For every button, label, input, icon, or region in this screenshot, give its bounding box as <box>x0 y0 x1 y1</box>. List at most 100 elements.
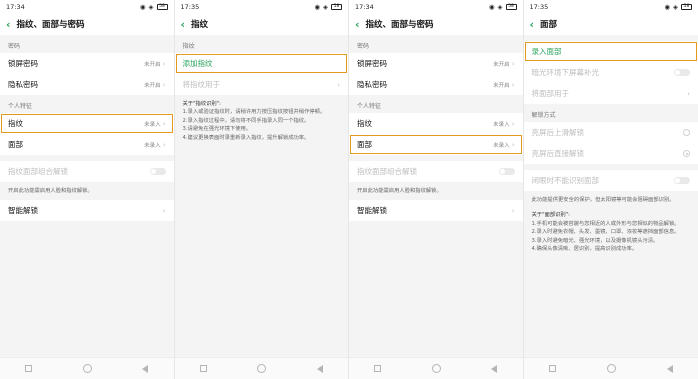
row-label: 亮屏后上滑解锁 <box>531 128 585 137</box>
row-smart-unlock[interactable]: 智能解锁 › <box>349 200 523 222</box>
about-line: 2.录入指纹过程中，请勿将不同手指录入同一个指纹。 <box>182 117 310 124</box>
row-smart-unlock[interactable]: 智能解锁 › <box>0 200 174 222</box>
row-add-fingerprint[interactable]: 添加指纹 <box>174 53 348 74</box>
section-label-password: 密码 <box>8 43 21 50</box>
eye-icon: ◉ <box>139 2 146 11</box>
screen-face: 17:35 ◉ ◈ 58 ‹ 面部 录入面部 暗光环境下屏幕补光 将面部用于 ›… <box>523 0 698 379</box>
row-lock-password[interactable]: 锁屏密码 未开启 › <box>0 53 174 74</box>
section-label-unlock: 解锁方式 <box>531 112 556 119</box>
screen-fingerprint: 17:35 ◉ ◈ 58 ‹ 指纹 指纹 添加指纹 将指纹用于 › 关于"指纹识… <box>174 0 349 379</box>
about-line: 1.手机可能会被容貌与您相近的人或外形与您相似的物品解锁。 <box>531 220 680 227</box>
chevron-right-icon: › <box>162 59 166 68</box>
closed-eyes-note: 此功能提供更安全的保护，但太阳镜等可能会阻碍面部识别。 <box>531 197 675 203</box>
back-icon[interactable] <box>142 364 149 373</box>
row-label: 智能解锁 <box>8 206 38 216</box>
row-value: 未开启 <box>493 82 510 89</box>
home-icon[interactable] <box>431 364 441 373</box>
row-label: 指纹 <box>357 119 372 128</box>
screens-container: 17:34 ◉ ◈ 58 ‹ 指纹、面部与密码 密码 锁屏密码 未开启 › 隐私密… <box>0 0 698 379</box>
chevron-right-icon: › <box>511 140 515 149</box>
dark-fill-toggle[interactable] <box>674 69 690 76</box>
combo-unlock-toggle[interactable] <box>498 168 515 175</box>
back-arrow-icon[interactable]: ‹ <box>355 19 360 30</box>
row-label: 将面部用于 <box>531 89 570 98</box>
navigation-bar <box>174 357 348 379</box>
row-label: 智能解锁 <box>357 206 387 216</box>
about-line: 3.请避免在强光环境下使用。 <box>182 126 252 133</box>
recents-icon[interactable] <box>199 365 207 372</box>
navigation-bar <box>0 357 174 379</box>
row-label: 隐私密码 <box>8 80 38 89</box>
status-bar: 17:34 ◉ ◈ 58 <box>0 0 174 13</box>
row-lock-password[interactable]: 锁屏密码 未开启 › <box>349 53 523 74</box>
section-label-personal: 个人特征 <box>8 103 33 110</box>
back-icon[interactable] <box>666 364 673 373</box>
chevron-right-icon: › <box>162 140 166 149</box>
row-face-use[interactable]: 将面部用于 › <box>523 83 698 104</box>
chevron-right-icon: › <box>337 80 340 89</box>
battery-icon: 58 <box>331 3 342 10</box>
row-unlock-swipe[interactable]: 亮屏后上滑解锁 <box>523 122 698 143</box>
wifi-icon: ◈ <box>673 2 678 11</box>
unlock-direct-radio[interactable] <box>683 150 690 157</box>
row-value: 未录入 <box>493 142 510 149</box>
row-face[interactable]: 面部 未录入 › <box>0 134 174 155</box>
about-line: 1.录入或验证指纹时，请稍许用力按压指纹按钮并稍作停顿。 <box>182 109 326 116</box>
home-icon[interactable] <box>606 364 616 373</box>
recents-icon[interactable] <box>548 365 556 372</box>
navigation-bar <box>349 357 523 379</box>
battery-icon: 58 <box>505 3 517 10</box>
back-arrow-icon[interactable]: ‹ <box>6 19 11 30</box>
closed-eyes-toggle[interactable] <box>674 177 690 184</box>
row-label: 面部 <box>357 140 372 149</box>
page-title: 指纹 <box>191 20 209 30</box>
chevron-right-icon: › <box>511 119 515 128</box>
unlock-swipe-radio[interactable] <box>683 129 690 136</box>
about-line: 4.确保头像清晰、居识别，提高识别成功率。 <box>531 246 638 253</box>
back-icon[interactable] <box>316 364 323 373</box>
row-label: 隐私密码 <box>357 80 387 89</box>
screen-security-settings-1: 17:34 ◉ ◈ 58 ‹ 指纹、面部与密码 密码 锁屏密码 未开启 › 隐私密… <box>0 0 175 379</box>
row-value: 未录入 <box>144 121 161 128</box>
combo-note: 开启此功能需启用人脸和指纹解锁。 <box>8 188 93 194</box>
row-fingerprint[interactable]: 指纹 未录入 › <box>349 113 523 134</box>
row-label: 录入面部 <box>531 47 562 56</box>
home-icon[interactable] <box>257 364 267 373</box>
back-arrow-icon[interactable]: ‹ <box>181 19 186 30</box>
home-icon[interactable] <box>82 364 92 373</box>
row-label: 闭眼时不能识别面部 <box>531 176 600 185</box>
row-privacy-password[interactable]: 隐私密码 未开启 › <box>0 74 174 95</box>
about-title: 关于"指纹识别": <box>182 101 221 107</box>
battery-icon: 58 <box>156 3 168 10</box>
back-arrow-icon[interactable]: ‹ <box>530 19 535 30</box>
row-combo-unlock[interactable]: 指纹面部组合解锁 <box>349 161 523 182</box>
row-label: 暗光环境下屏幕补光 <box>531 68 600 77</box>
section-label-personal: 个人特征 <box>357 103 382 110</box>
row-fingerprint-use[interactable]: 将指纹用于 › <box>174 74 348 95</box>
row-face[interactable]: 面部 未录入 › <box>349 134 523 155</box>
row-value: 未录入 <box>144 142 161 149</box>
row-label: 面部 <box>8 140 23 149</box>
eye-icon: ◉ <box>488 2 495 11</box>
section-label-password: 密码 <box>357 43 370 50</box>
row-add-face[interactable]: 录入面部 <box>523 41 698 62</box>
about-line: 3.录入时避免暗光、强光环境，以及摄像机镜头污渍。 <box>531 237 659 244</box>
page-header: ‹ 指纹 <box>174 13 348 35</box>
combo-unlock-toggle[interactable] <box>149 168 166 175</box>
row-dark-fill[interactable]: 暗光环境下屏幕补光 <box>523 62 698 83</box>
back-icon[interactable] <box>491 364 498 373</box>
row-combo-unlock[interactable]: 指纹面部组合解锁 <box>0 161 174 182</box>
battery-icon: 58 <box>681 3 692 10</box>
row-closed-eyes[interactable]: 闭眼时不能识别面部 <box>523 170 698 191</box>
row-fingerprint[interactable]: 指纹 未录入 › <box>0 113 174 134</box>
chevron-right-icon: › <box>162 119 166 128</box>
recents-icon[interactable] <box>25 365 33 372</box>
status-time: 17:34 <box>6 2 25 11</box>
recents-icon[interactable] <box>374 365 382 372</box>
row-unlock-direct[interactable]: 亮屏后直接解锁 <box>523 143 698 164</box>
row-label: 指纹面部组合解锁 <box>357 167 417 176</box>
page-title: 指纹、面部与密码 <box>16 20 85 30</box>
chevron-right-icon: › <box>162 80 166 89</box>
status-bar: 17:35 ◉ ◈ 58 <box>523 0 698 13</box>
row-privacy-password[interactable]: 隐私密码 未开启 › <box>349 74 523 95</box>
